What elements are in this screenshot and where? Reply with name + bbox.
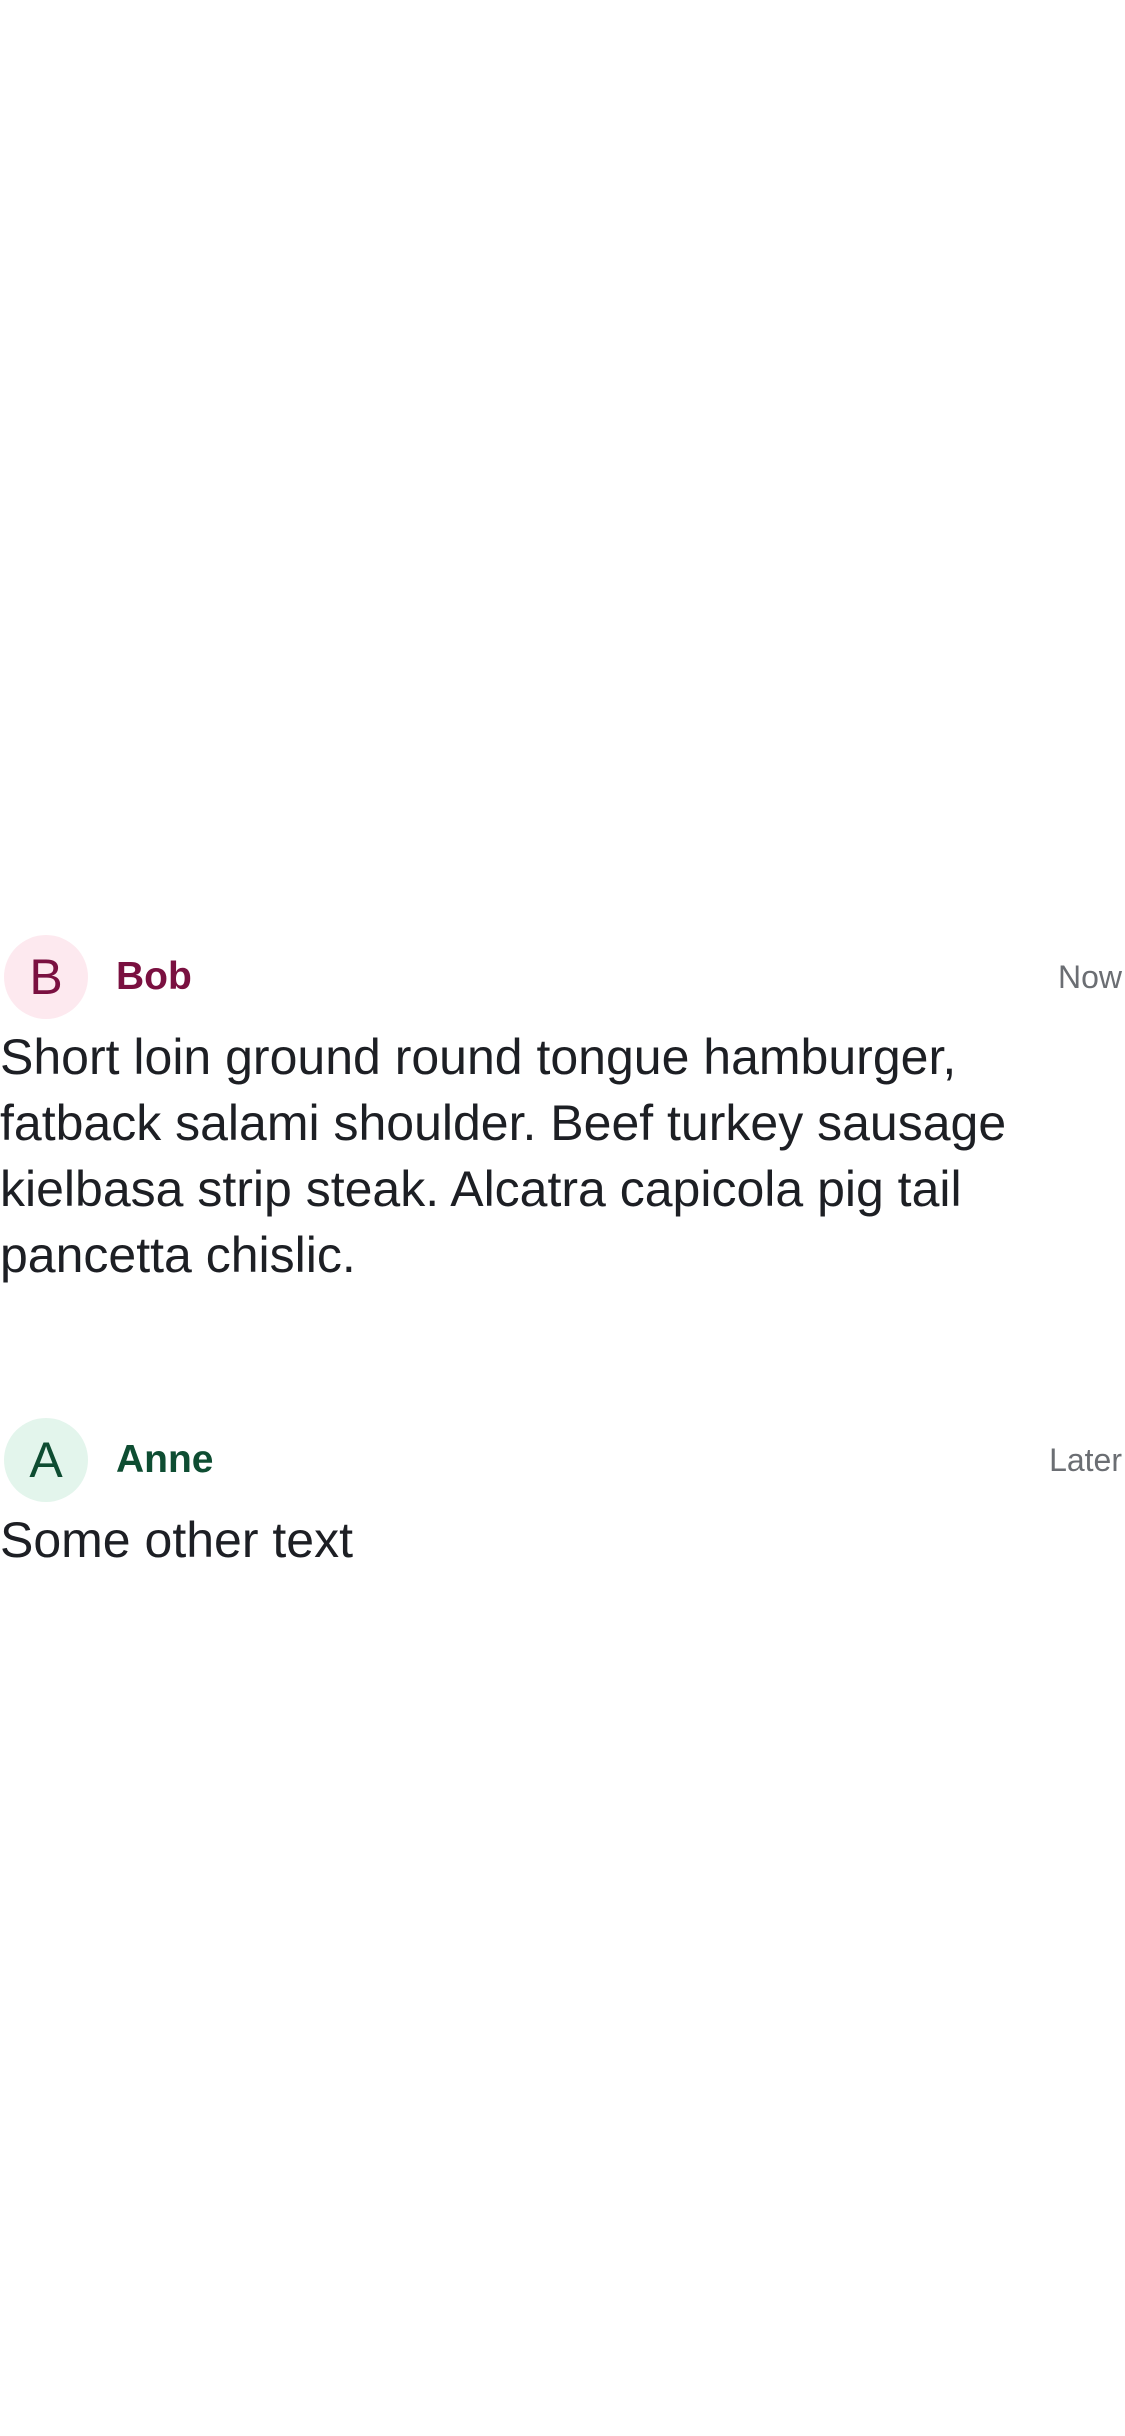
author-name[interactable]: Anne: [116, 1418, 214, 1502]
comment-item: B Bob Now Short loin ground round tongue…: [0, 935, 1125, 1288]
comment-text: Some other text: [0, 1512, 353, 1568]
avatar-initial: A: [29, 1432, 63, 1488]
comment-text: Short loin ground round tongue hamburger…: [0, 1029, 1007, 1283]
timestamp: Later: [1049, 1441, 1122, 1478]
author-name[interactable]: Bob: [116, 935, 192, 1019]
comment-header: A Anne Later: [0, 1418, 1125, 1502]
comment-header: B Bob Now: [0, 935, 1125, 1019]
avatar[interactable]: B: [4, 935, 88, 1019]
comment-item: A Anne Later Some other text: [0, 1418, 1125, 1573]
avatar-initial: B: [29, 949, 63, 1005]
avatar[interactable]: A: [4, 1418, 88, 1502]
timestamp: Now: [1057, 958, 1122, 995]
